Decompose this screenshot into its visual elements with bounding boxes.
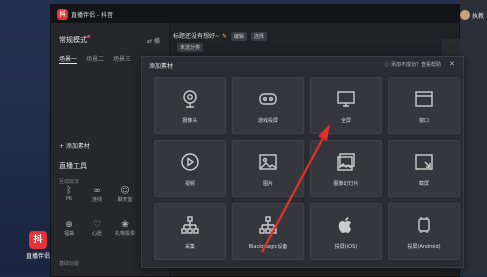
edit-tag[interactable]: 编辑	[230, 32, 247, 41]
heart-icon: ♡	[92, 220, 102, 230]
tile-label: 游戏投屏	[257, 118, 278, 124]
tool-chat-room[interactable]: ☺ 聊天室	[115, 186, 135, 203]
orientation-switch-button[interactable]: ⇄ 横	[147, 36, 160, 45]
blackmagic-icon	[233, 215, 303, 239]
tile-label: 全屏	[340, 118, 351, 124]
tool-label: 心愿	[91, 231, 102, 237]
edit-pencil-icon[interactable]: ✎	[222, 33, 227, 40]
add-source-button[interactable]: + 添加素材	[59, 141, 90, 150]
gift-icon: ⊕	[65, 220, 73, 230]
tools-title: 直播工具	[59, 162, 87, 170]
gift-effect-icon: ❀	[121, 220, 129, 230]
apple-icon	[311, 215, 381, 239]
tool-label: 礼物投票	[115, 231, 136, 237]
tile-fullscreen[interactable]: 全屏	[310, 77, 382, 134]
tile-window[interactable]: 窗口	[388, 77, 460, 134]
tile-capture[interactable]: 采集	[154, 203, 226, 260]
tool-label: 聊天室	[117, 197, 133, 203]
desktop-app-shortcut[interactable]: 抖 直播伴侣	[24, 231, 52, 260]
basic-functions-subtitle: 基础功能	[59, 261, 80, 267]
tool-link[interactable]: ∞ 连线	[87, 186, 107, 203]
scene-tabs: 场景一 场景二 场景三	[59, 54, 131, 64]
tile-label: 视频	[184, 181, 195, 187]
tile-slideshow[interactable]: 图像幻灯片	[310, 140, 382, 197]
tile-label: 图片	[262, 181, 273, 187]
tool-gift-vote[interactable]: ❀ 礼物投票	[115, 220, 135, 237]
slideshow-icon	[311, 152, 381, 176]
app-logo-icon: 抖	[29, 231, 47, 249]
tool-wish[interactable]: ♡ 心愿	[87, 220, 107, 237]
tab-scene-1[interactable]: 场景一	[59, 54, 78, 64]
app-title: 直播伴侣 - 抖音	[71, 11, 113, 19]
tile-blackmagic[interactable]: Blackmagic设备	[232, 203, 304, 260]
window-icon	[389, 89, 459, 113]
image-icon	[233, 152, 303, 176]
category-tag[interactable]: 未选分类	[177, 43, 204, 52]
tile-label: Blackmagic设备	[248, 244, 288, 250]
tile-label: 投屏(Android)	[407, 244, 441, 250]
tile-label: 摄像头	[182, 118, 198, 124]
mode-label: 常规模式	[59, 36, 87, 44]
tab-scene-2[interactable]: 场景二	[86, 54, 104, 64]
game-controller-icon	[233, 89, 303, 113]
camera-icon	[155, 89, 225, 113]
screenshot-icon	[389, 152, 459, 176]
tile-label: 截屏	[418, 181, 429, 187]
source-grid: 摄像头 游戏投屏 全屏 窗口 视频 图片 图像幻灯片 截屏 采集 Blackma…	[154, 77, 460, 260]
stream-title[interactable]: 标题还没有想好~	[173, 33, 220, 40]
monitor-icon	[311, 89, 381, 113]
tile-android-cast[interactable]: 投屏(Android)	[388, 203, 460, 260]
user-name: 执教	[472, 13, 485, 20]
help-link[interactable]: ⓘ 添加不成功？查看帮助	[384, 61, 441, 68]
mode-selector[interactable]: 常规模式	[59, 35, 90, 45]
app-logo-icon: 抖	[57, 8, 68, 20]
avatar[interactable]	[460, 10, 470, 20]
tool-label: 连线	[91, 197, 102, 203]
tile-label: 投屏(iOS)	[334, 244, 358, 250]
select-tag[interactable]: 选择	[250, 32, 267, 41]
tool-label: PK	[65, 196, 73, 202]
video-play-icon	[155, 152, 225, 176]
tile-screenshot[interactable]: 截屏	[388, 140, 460, 197]
tile-game-cast[interactable]: 游戏投屏	[232, 77, 304, 134]
stream-title-bar: 标题还没有想好~ ✎ 编辑 选择	[173, 31, 267, 41]
tab-scene-3[interactable]: 场景三	[113, 54, 131, 64]
tile-image[interactable]: 图片	[232, 140, 304, 197]
link-icon: ∞	[93, 186, 101, 196]
tile-label: 采集	[184, 244, 195, 250]
tile-ios-cast[interactable]: 投屏(iOS)	[310, 203, 382, 260]
tile-label: 窗口	[418, 118, 429, 124]
tools-subtitle: 互动玩法	[59, 179, 80, 185]
close-icon[interactable]: ✕	[449, 60, 455, 68]
dialog-title: 添加素材	[149, 63, 174, 70]
android-icon	[389, 215, 459, 239]
capture-icon	[155, 215, 225, 239]
notification-dot-icon	[87, 35, 90, 38]
pk-icon: ᛒ	[66, 186, 72, 196]
add-source-dialog: 添加素材 ⓘ 添加不成功？查看帮助 ✕ 摄像头 游戏投屏 全屏 窗口 视频 图片	[141, 56, 464, 268]
tool-pk[interactable]: ᛒ PK	[59, 186, 79, 202]
tool-label: 福袋	[63, 231, 74, 237]
tile-label: 图像幻灯片	[333, 181, 359, 187]
tile-video[interactable]: 视频	[154, 140, 226, 197]
chat-room-icon: ☺	[120, 186, 130, 196]
tool-lucky-bag[interactable]: ⊕ 福袋	[59, 220, 79, 237]
tile-camera[interactable]: 摄像头	[154, 77, 226, 134]
title-bar: 抖 直播伴侣 - 抖音	[51, 5, 459, 23]
desktop-icon-label: 直播伴侣	[25, 253, 50, 260]
